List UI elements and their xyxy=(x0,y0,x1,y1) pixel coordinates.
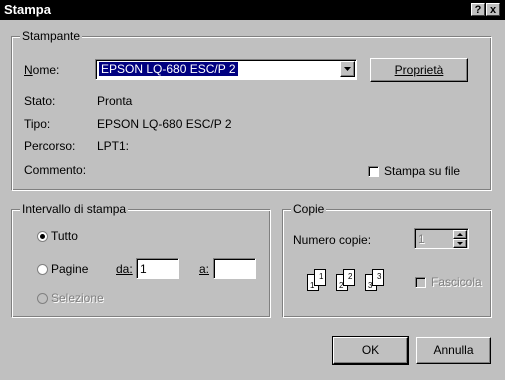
comment-label: Commento: xyxy=(24,163,87,177)
chevron-down-icon xyxy=(344,67,351,71)
collate-label[interactable]: Fascicola xyxy=(431,275,482,289)
cancel-button-label: Annulla xyxy=(433,343,474,357)
page-icon: 1 xyxy=(314,269,326,286)
name-label: Nome: xyxy=(24,63,60,77)
printer-name-value: EPSON LQ-680 ESC/P 2 xyxy=(99,62,238,76)
from-page-value: 1 xyxy=(140,262,147,276)
from-label-text: da: xyxy=(116,262,133,276)
window-title: Stampa xyxy=(4,2,51,17)
radio-pages-label[interactable]: Pagine xyxy=(51,262,88,276)
arrow-down-icon xyxy=(457,242,463,245)
from-page-input[interactable]: 1 xyxy=(136,258,179,279)
spin-down-button[interactable] xyxy=(453,239,467,248)
to-page-input[interactable] xyxy=(213,258,256,279)
status-label: Stato: xyxy=(24,94,56,108)
radio-dot xyxy=(40,234,45,239)
dropdown-button[interactable] xyxy=(340,61,355,77)
cancel-button[interactable]: Annulla xyxy=(416,337,491,364)
radio-pages[interactable] xyxy=(37,264,48,275)
print-to-file-checkbox[interactable] xyxy=(368,166,379,177)
printer-name-combo[interactable]: EPSON LQ-680 ESC/P 2 xyxy=(95,59,357,80)
arrow-up-icon xyxy=(457,233,463,236)
radio-all[interactable] xyxy=(37,231,48,242)
copies-group-label: Copie xyxy=(291,202,327,216)
copies-group: Copie xyxy=(282,202,492,318)
help-button[interactable]: ? xyxy=(471,3,485,16)
collate-checkbox[interactable] xyxy=(415,277,426,288)
num-copies-input[interactable]: 1 xyxy=(414,228,469,249)
to-label: a: xyxy=(199,262,209,276)
type-label: Tipo: xyxy=(24,117,51,131)
close-button[interactable]: x xyxy=(486,3,500,16)
print-to-file-label[interactable]: Stampa su file xyxy=(384,164,460,178)
print-range-group-label: Intervallo di stampa xyxy=(20,202,129,216)
status-value: Pronta xyxy=(97,94,133,108)
page-number: 3 xyxy=(377,272,382,281)
properties-button-label: Proprietà xyxy=(394,63,444,77)
collate-illustration: 1 1 2 2 3 3 xyxy=(307,268,397,294)
page-icon: 3 xyxy=(372,269,384,286)
type-value: EPSON LQ-680 ESC/P 2 xyxy=(97,117,232,131)
radio-selection-label[interactable]: Selezione xyxy=(51,291,104,305)
num-copies-label: Numero copie: xyxy=(293,233,372,247)
path-label: Percorso: xyxy=(24,139,76,153)
ok-button-label: OK xyxy=(361,343,380,357)
radio-selection[interactable] xyxy=(37,293,48,304)
to-label-text: a: xyxy=(199,262,210,276)
page-icon: 2 xyxy=(343,269,355,286)
printer-group-label: Stampante xyxy=(20,29,83,43)
page-number: 1 xyxy=(319,272,324,281)
properties-button[interactable]: Proprietà xyxy=(370,58,468,82)
ok-button[interactable]: OK xyxy=(332,336,409,365)
num-copies-value: 1 xyxy=(418,232,425,246)
title-bar: Stampa ? x xyxy=(0,0,505,20)
from-label: da: xyxy=(116,262,133,276)
page-number: 2 xyxy=(348,272,353,281)
radio-all-label[interactable]: Tutto xyxy=(51,229,78,243)
path-value: LPT1: xyxy=(97,139,130,153)
spin-up-button[interactable] xyxy=(453,230,467,239)
